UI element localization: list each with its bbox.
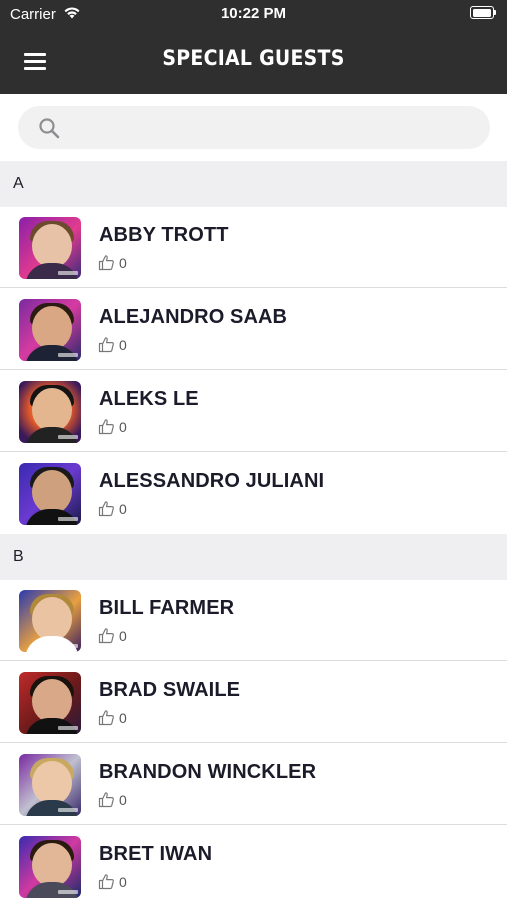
nav-bar: SPECIAL GUESTS <box>0 28 507 94</box>
thumbs-up-icon <box>98 792 114 808</box>
app-screen: Carrier 10:22 PM SPECIAL GUESTS A ABBY T… <box>0 0 507 900</box>
section-header-a: A <box>0 161 507 207</box>
guest-name: BILL FARMER <box>99 597 235 619</box>
row-divider <box>0 287 507 288</box>
thumbs-up-icon <box>98 710 114 726</box>
guest-name: BRET IWAN <box>99 843 213 865</box>
like-count: 0 <box>119 255 127 271</box>
search-input[interactable] <box>74 106 478 151</box>
thumbs-up-icon <box>98 337 114 353</box>
guest-row-brandon-winckler[interactable]: BRANDON WINCKLER 0 <box>0 744 507 825</box>
header: Carrier 10:22 PM SPECIAL GUESTS <box>0 0 507 94</box>
avatar <box>19 217 81 279</box>
guest-row-aleks-le[interactable]: ALEKS LE 0 <box>0 371 507 452</box>
status-time: 10:22 PM <box>220 5 287 22</box>
page-title: SPECIAL GUESTS <box>162 46 345 70</box>
avatar <box>19 754 81 816</box>
like-count: 0 <box>119 419 127 435</box>
guest-row-bret-iwan[interactable]: BRET IWAN 0 <box>0 826 507 900</box>
guest-name: BRAD SWAILE <box>99 679 241 701</box>
avatar <box>19 299 81 361</box>
like-count: 0 <box>119 337 127 353</box>
guest-row-alessandro-juliani[interactable]: ALESSANDRO JULIANI 0 <box>0 453 507 534</box>
thumbs-up-icon <box>98 501 114 517</box>
guest-name: ALEJANDRO SAAB <box>99 306 288 328</box>
thumbs-up-icon <box>98 628 114 644</box>
row-divider <box>0 451 507 452</box>
section-letter: B <box>13 548 24 565</box>
guest-row-bill-farmer[interactable]: BILL FARMER 0 <box>0 580 507 661</box>
like-count: 0 <box>119 792 127 808</box>
search-area <box>0 94 507 161</box>
search-icon <box>39 118 60 139</box>
guest-row-abby-trott[interactable]: ABBY TROTT 0 <box>0 207 507 288</box>
guest-row-alejandro-saab[interactable]: ALEJANDRO SAAB 0 <box>0 289 507 370</box>
row-divider <box>0 660 507 661</box>
like-count: 0 <box>119 874 127 890</box>
search-bar[interactable] <box>18 106 490 151</box>
section-header-b: B <box>0 534 507 580</box>
row-divider <box>0 369 507 370</box>
row-divider <box>0 824 507 825</box>
battery-icon <box>470 6 496 19</box>
section-letter: A <box>13 175 24 192</box>
status-bar: Carrier 10:22 PM <box>0 0 507 28</box>
guest-row-brad-swaile[interactable]: BRAD SWAILE 0 <box>0 662 507 743</box>
avatar <box>19 672 81 734</box>
guest-name: BRANDON WINCKLER <box>99 761 317 783</box>
like-count: 0 <box>119 710 127 726</box>
like-count: 0 <box>119 628 127 644</box>
thumbs-up-icon <box>98 874 114 890</box>
guest-name: ABBY TROTT <box>99 224 229 246</box>
avatar <box>19 836 81 898</box>
thumbs-up-icon <box>98 419 114 435</box>
avatar <box>19 381 81 443</box>
thumbs-up-icon <box>98 255 114 271</box>
guest-name: ALESSANDRO JULIANI <box>99 470 325 492</box>
row-divider <box>0 742 507 743</box>
like-count: 0 <box>119 501 127 517</box>
avatar <box>19 463 81 525</box>
avatar <box>19 590 81 652</box>
guest-name: ALEKS LE <box>99 388 199 410</box>
